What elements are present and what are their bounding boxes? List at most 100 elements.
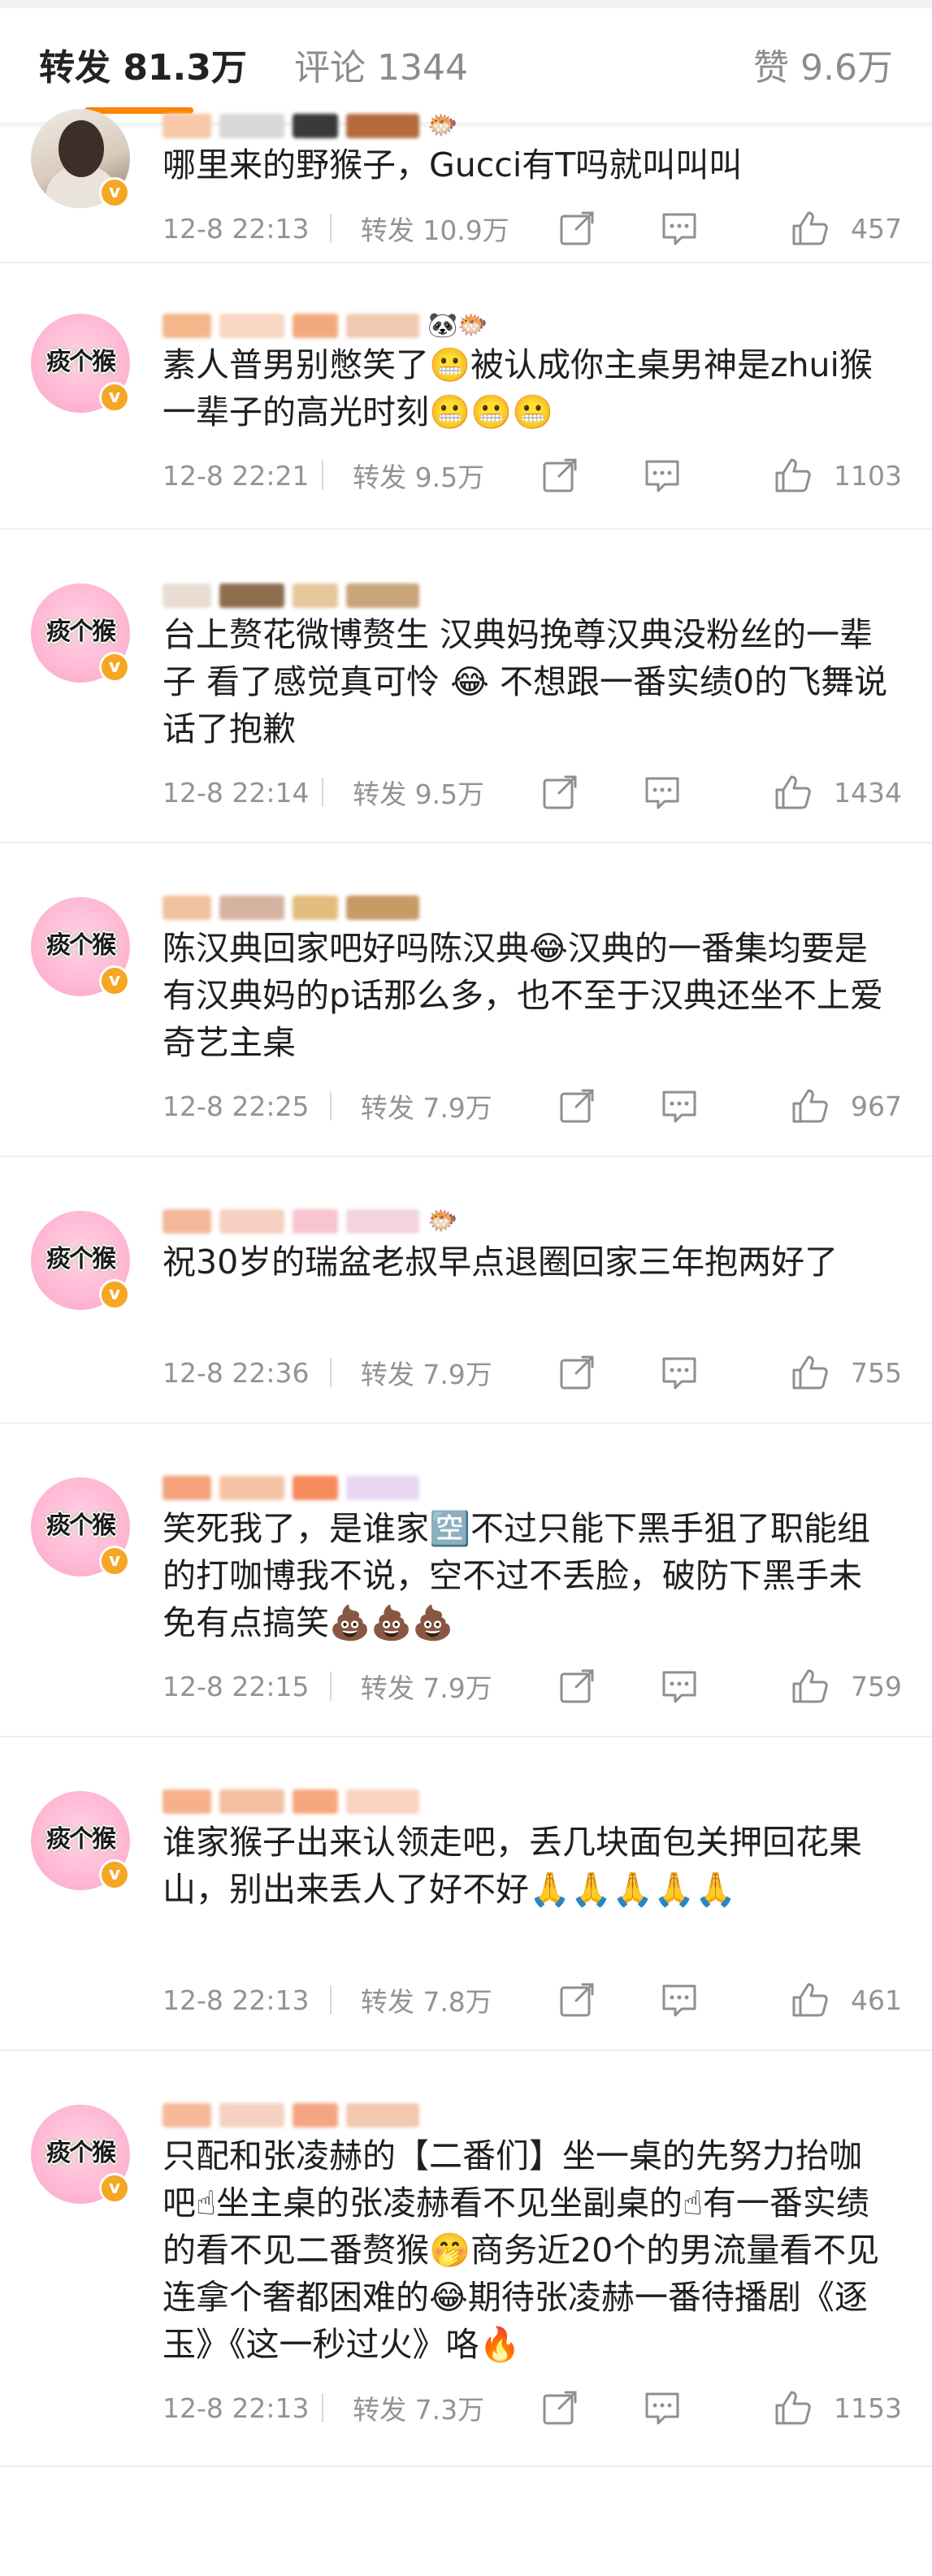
verified-badge-icon: v	[99, 1859, 130, 1890]
like-count[interactable]: 1434	[834, 777, 902, 809]
repost-text: 谁家猴子出来认领走吧，丢几块面包关押回花果山，别出来丢人了好不好🙏🙏🙏🙏🙏	[163, 1823, 862, 1909]
share-icon[interactable]	[540, 772, 580, 813]
comment-icon[interactable]	[659, 1980, 700, 2020]
divider	[329, 1091, 332, 1121]
repost-text: 笑死我了，是谁家🈳不过只能下黑手狙了职能组的打咖博我不说，空不过不丢脸，破防下黑…	[163, 1509, 871, 1642]
repost-count[interactable]: 转发 7.9万	[361, 1353, 557, 1392]
verified-badge-icon: v	[99, 382, 130, 413]
share-icon[interactable]	[557, 1980, 597, 2020]
comment-icon[interactable]	[642, 455, 683, 496]
action-bar: 12-8 22:15 转发 7.9万 759	[163, 1666, 902, 1706]
like-count[interactable]: 759	[851, 1671, 902, 1702]
divider	[329, 1985, 332, 2014]
username-blur-block	[293, 896, 338, 920]
like-icon[interactable]	[789, 1980, 830, 2020]
username-blurred[interactable]	[163, 582, 504, 609]
action-bar: 12-8 22:13 转发 10.9万 457	[163, 208, 902, 249]
share-icon[interactable]	[540, 455, 580, 496]
username-blur-block	[346, 114, 419, 138]
repost-count[interactable]: 转发 7.9万	[361, 1667, 557, 1706]
tab-reposts[interactable]: 转发 81.3万	[39, 46, 247, 91]
avatar-label: 痰个猴	[46, 1245, 116, 1273]
username-blur-block	[293, 1789, 338, 1814]
username-blurred[interactable]	[163, 2101, 504, 2129]
repost-count[interactable]: 转发 7.8万	[361, 1980, 557, 2019]
share-icon[interactable]	[557, 1352, 597, 1393]
like-icon[interactable]	[789, 1352, 830, 1393]
avatar-label: 痰个猴	[46, 2139, 116, 2167]
repost-list: v 🐡 哪里来的野猴子，Gucci有T吗就叫叫叫 12-8 22:13 转发 10.9万…	[0, 109, 932, 2467]
repost-item[interactable]: 痰个猴 v 陈汉典回家吧好吗陈汉典😂汉典的一番集均要是有汉典妈的p话那么多，也不至于…	[0, 843, 932, 1157]
divider	[329, 214, 332, 243]
divider	[329, 1672, 332, 1701]
username-blur-block	[219, 583, 284, 608]
username-blur-block	[219, 896, 284, 920]
username-blur-block	[346, 1209, 419, 1234]
like-count[interactable]: 967	[851, 1091, 902, 1122]
like-icon[interactable]	[789, 1666, 830, 1706]
share-icon[interactable]	[557, 208, 597, 249]
username-blurred[interactable]: 🐡	[163, 1208, 504, 1235]
share-icon[interactable]	[540, 2387, 580, 2428]
comment-icon[interactable]	[659, 1352, 700, 1393]
avatar-label: 痰个猴	[46, 1825, 116, 1854]
like-icon[interactable]	[789, 208, 830, 249]
like-count[interactable]: 457	[851, 213, 902, 245]
like-count[interactable]: 461	[851, 1984, 902, 2016]
username-blurred[interactable]	[163, 1788, 504, 1815]
username-blur-block	[346, 1789, 419, 1814]
like-icon[interactable]	[772, 455, 813, 496]
timestamp: 12-8 22:13	[163, 212, 310, 245]
repost-item[interactable]: 痰个猴 v 谁家猴子出来认领走吧，丢几块面包关押回花果山，别出来丢人了好不好🙏🙏🙏🙏…	[0, 1737, 932, 2051]
comment-icon[interactable]	[659, 1086, 700, 1126]
repost-item[interactable]: v 🐡 哪里来的野猴子，Gucci有T吗就叫叫叫 12-8 22:13 转发 10.9万…	[0, 109, 932, 263]
tab-comments[interactable]: 评论 1344	[294, 46, 468, 91]
username-blur-block	[163, 1789, 211, 1814]
repost-count[interactable]: 转发 7.3万	[353, 2388, 540, 2427]
username-blur-block	[219, 2103, 284, 2127]
action-bar: 12-8 22:13 转发 7.8万 461	[163, 1980, 902, 2020]
username-blur-block	[293, 583, 338, 608]
repost-count[interactable]: 转发 9.5万	[353, 456, 540, 495]
like-icon[interactable]	[772, 772, 813, 813]
repost-item[interactable]: 痰个猴 v 台上赘花微博赘生 汉典妈挽尊汉典没粉丝的一辈子 看了感觉真可怜 😂 不想…	[0, 530, 932, 843]
like-count[interactable]: 1153	[834, 2392, 902, 2424]
repost-text: 陈汉典回家吧好吗陈汉典😂汉典的一番集均要是有汉典妈的p话那么多，也不至于汉典还坐…	[163, 929, 884, 1062]
username-blurred[interactable]: 🐼🐡	[163, 312, 504, 340]
comment-icon[interactable]	[659, 1666, 700, 1706]
repost-item[interactable]: 痰个猴 v 只配和张凌赫的【二番们】坐一桌的先努力抬咖吧☝坐主桌的张凌赫看不见坐副桌…	[0, 2051, 932, 2467]
like-count[interactable]: 1103	[834, 460, 902, 492]
repost-count[interactable]: 转发 7.9万	[361, 1086, 557, 1125]
action-bar: 12-8 22:25 转发 7.9万 967	[163, 1086, 902, 1126]
username-blur-block	[163, 583, 211, 608]
repost-item[interactable]: 痰个猴 v 🐡 祝30岁的瑞盆老叔早点退圈回家三年抱两好了 12-8 22:36 转发 7…	[0, 1157, 932, 1424]
verified-badge-icon: v	[99, 2173, 130, 2204]
repost-item[interactable]: 痰个猴 v 笑死我了，是谁家🈳不过只能下黑手狙了职能组的打咖博我不说，空不过不丢脸，…	[0, 1424, 932, 1737]
comment-icon[interactable]	[642, 772, 683, 813]
like-icon[interactable]	[789, 1086, 830, 1126]
comment-icon[interactable]	[659, 208, 700, 249]
username-blur-block	[219, 1476, 284, 1500]
repost-text: 哪里来的野猴子，Gucci有T吗就叫叫叫	[163, 145, 743, 184]
username-blur-block	[346, 583, 419, 608]
like-count[interactable]: 755	[851, 1357, 902, 1389]
verified-badge-icon: v	[99, 1546, 130, 1576]
divider	[329, 1358, 332, 1387]
username-blurred[interactable]: 🐡	[163, 112, 504, 140]
comment-icon[interactable]	[642, 2387, 683, 2428]
repost-count[interactable]: 转发 10.9万	[361, 209, 557, 248]
username-emoji-icon: 🐡	[427, 1207, 458, 1235]
username-blurred[interactable]	[163, 894, 504, 922]
username-blurred[interactable]	[163, 1474, 504, 1502]
divider	[322, 2393, 324, 2422]
verified-badge-icon: v	[99, 177, 130, 208]
share-icon[interactable]	[557, 1086, 597, 1126]
share-icon[interactable]	[557, 1666, 597, 1706]
tab-likes[interactable]: 赞 9.6万	[753, 46, 893, 91]
repost-item[interactable]: 痰个猴 v 🐼🐡 素人普男别憋笑了😬被认成你主桌男神是zhui猴一辈子的高光时刻😬😬😬…	[0, 263, 932, 530]
repost-count[interactable]: 转发 9.5万	[353, 773, 540, 812]
username-blur-block	[163, 114, 211, 138]
like-icon[interactable]	[772, 2387, 813, 2428]
username-blur-block	[293, 114, 338, 138]
username-blur-block	[346, 1476, 419, 1500]
